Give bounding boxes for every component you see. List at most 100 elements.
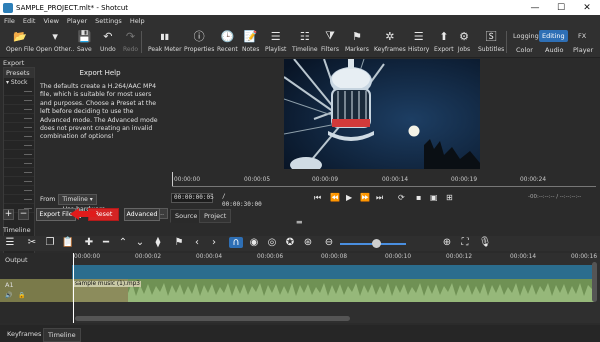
record-audio-icon[interactable]: 🎙 bbox=[478, 237, 492, 248]
menu-settings[interactable]: Settings bbox=[95, 17, 122, 25]
jobs-button[interactable]: ⚙ Jobs bbox=[457, 29, 471, 54]
prev-marker-icon[interactable]: ‹ bbox=[190, 237, 204, 248]
export-button[interactable]: ⬆ Export bbox=[434, 29, 454, 54]
tab-timeline[interactable]: Timeline bbox=[43, 328, 81, 342]
layout-fx[interactable]: FX bbox=[575, 30, 589, 42]
preset-item[interactable] bbox=[4, 195, 34, 204]
notes-button[interactable]: 📝 Notes bbox=[242, 29, 259, 54]
split-icon[interactable]: ⧫ bbox=[151, 237, 165, 248]
ripple-icon[interactable]: ◎ bbox=[265, 237, 279, 248]
open-other-button[interactable]: ▾ Open Other.. bbox=[36, 29, 74, 54]
keyframes-button[interactable]: ✲ Keyframes bbox=[374, 29, 406, 54]
volume-icon[interactable]: ▪ bbox=[416, 193, 421, 202]
preset-item[interactable] bbox=[4, 87, 34, 96]
timeline-playhead[interactable] bbox=[73, 253, 74, 323]
marker-icon[interactable]: ⚑ bbox=[172, 237, 186, 248]
preset-item[interactable] bbox=[4, 159, 34, 168]
peak-meter-button[interactable]: ▮▮ Peak Meter bbox=[148, 29, 182, 54]
player-ruler[interactable]: 00:00:00 00:00:05 00:00:09 00:00:14 00:0… bbox=[172, 174, 596, 190]
playlist-button[interactable]: ☰ Playlist bbox=[265, 29, 286, 54]
properties-button[interactable]: ⓘ Properties bbox=[184, 29, 214, 53]
zoom-slider-handle[interactable] bbox=[372, 239, 381, 248]
lock-icon[interactable]: 🔒 bbox=[18, 292, 25, 299]
remove-icon[interactable]: ━ bbox=[99, 237, 113, 248]
preset-item[interactable] bbox=[4, 114, 34, 123]
paste-icon[interactable]: 📋 bbox=[61, 237, 75, 248]
add-preset-button[interactable]: + bbox=[3, 209, 14, 220]
redo-button[interactable]: ↷ Redo bbox=[123, 29, 138, 54]
video-preview[interactable] bbox=[284, 59, 480, 169]
current-timecode[interactable]: 00:00:00:05 bbox=[171, 193, 214, 203]
history-button[interactable]: ☰ History bbox=[408, 29, 429, 54]
tab-source[interactable]: Source bbox=[170, 209, 203, 223]
minimize-button[interactable]: — bbox=[522, 0, 548, 15]
save-button[interactable]: 💾 Save bbox=[77, 29, 92, 54]
layout-logging[interactable]: Logging bbox=[510, 30, 542, 42]
markers-button[interactable]: ⚑ Markers bbox=[345, 29, 369, 54]
remove-preset-button[interactable]: − bbox=[18, 209, 29, 220]
tab-project[interactable]: Project bbox=[199, 209, 232, 223]
layout-player[interactable]: Player bbox=[570, 44, 596, 56]
open-file-button[interactable]: 📂 Open File bbox=[6, 29, 34, 54]
zoom-fit-icon[interactable]: ⛶ bbox=[458, 237, 472, 248]
menu-player[interactable]: Player bbox=[67, 17, 87, 25]
cut-icon[interactable]: ✂ bbox=[25, 237, 39, 248]
zoom-in-icon[interactable]: ⊕ bbox=[440, 237, 454, 248]
output-track[interactable] bbox=[72, 265, 594, 279]
preset-item[interactable] bbox=[4, 105, 34, 114]
overwrite-icon[interactable]: ⌄ bbox=[133, 237, 147, 248]
copy-icon[interactable]: ❐ bbox=[43, 237, 57, 248]
preset-stock[interactable]: ▾ Stock bbox=[4, 78, 34, 87]
undo-button[interactable]: ↶ Undo bbox=[100, 29, 116, 54]
menu-view[interactable]: View bbox=[43, 17, 58, 25]
menu-file[interactable]: File bbox=[4, 17, 15, 25]
player-playhead[interactable] bbox=[172, 172, 173, 186]
skip-previous-icon[interactable]: ⏮ bbox=[314, 193, 321, 203]
grid-icon[interactable]: ⊞ bbox=[446, 193, 453, 202]
preset-item[interactable] bbox=[4, 141, 34, 150]
rewind-icon[interactable]: ⏪ bbox=[330, 193, 340, 202]
audio-clip[interactable] bbox=[72, 279, 594, 302]
append-icon[interactable]: ✚ bbox=[82, 237, 96, 248]
zoom-out-icon[interactable]: ⊖ bbox=[322, 237, 336, 248]
ripple-markers-icon[interactable]: ⊛ bbox=[301, 237, 315, 248]
splitter-handle[interactable]: ▬ bbox=[296, 218, 303, 226]
menu-icon[interactable]: ☰ bbox=[3, 237, 17, 248]
preset-item[interactable] bbox=[4, 96, 34, 105]
advanced-button[interactable]: Advanced bbox=[124, 208, 160, 221]
mute-icon[interactable]: 🔊 bbox=[5, 292, 12, 299]
from-select[interactable]: Timeline ▾ bbox=[58, 194, 97, 205]
menu-help[interactable]: Help bbox=[130, 17, 145, 25]
preset-item[interactable] bbox=[4, 186, 34, 195]
preset-item[interactable] bbox=[4, 168, 34, 177]
timeline-horizontal-scrollbar[interactable] bbox=[75, 316, 350, 321]
layout-audio[interactable]: Audio bbox=[542, 44, 566, 56]
play-icon[interactable]: ▶ bbox=[346, 193, 352, 202]
timeline-tracks[interactable]: 00:00:00 00:00:02 00:00:04 00:00:06 00:0… bbox=[72, 253, 600, 323]
layout-editing[interactable]: Editing bbox=[539, 30, 568, 42]
zoom-icon[interactable]: ▣ bbox=[430, 193, 438, 202]
preset-item[interactable] bbox=[4, 132, 34, 141]
close-button[interactable]: ✕ bbox=[574, 0, 600, 15]
menu-edit[interactable]: Edit bbox=[23, 17, 36, 25]
layout-color[interactable]: Color bbox=[513, 44, 536, 56]
fast-forward-icon[interactable]: ⏩ bbox=[360, 193, 370, 202]
skip-next-icon[interactable]: ⏭ bbox=[376, 193, 383, 203]
preset-item[interactable] bbox=[4, 123, 34, 132]
track-header-a1[interactable]: A1 🔊 🔒 bbox=[0, 279, 72, 302]
timeline-vertical-scrollbar[interactable] bbox=[592, 262, 597, 302]
filters-button[interactable]: ⧩ Filters bbox=[321, 29, 339, 53]
tab-keyframes[interactable]: Keyframes bbox=[3, 328, 45, 340]
subtitles-button[interactable]: 🅂 Subtitles bbox=[478, 29, 504, 53]
lift-icon[interactable]: ⌃ bbox=[116, 237, 130, 248]
ripple-all-icon[interactable]: ✪ bbox=[283, 237, 297, 248]
next-marker-icon[interactable]: › bbox=[207, 237, 221, 248]
preset-item[interactable] bbox=[4, 150, 34, 159]
loop-icon[interactable]: ⟳ bbox=[398, 193, 405, 202]
preset-item[interactable] bbox=[4, 177, 34, 186]
maximize-button[interactable]: ☐ bbox=[548, 0, 574, 15]
snap-icon[interactable]: ∩ bbox=[229, 237, 243, 248]
timeline-button[interactable]: ☷ Timeline bbox=[292, 29, 318, 54]
recent-button[interactable]: 🕒 Recent bbox=[217, 29, 238, 54]
scrub-icon[interactable]: ◉ bbox=[247, 237, 261, 248]
